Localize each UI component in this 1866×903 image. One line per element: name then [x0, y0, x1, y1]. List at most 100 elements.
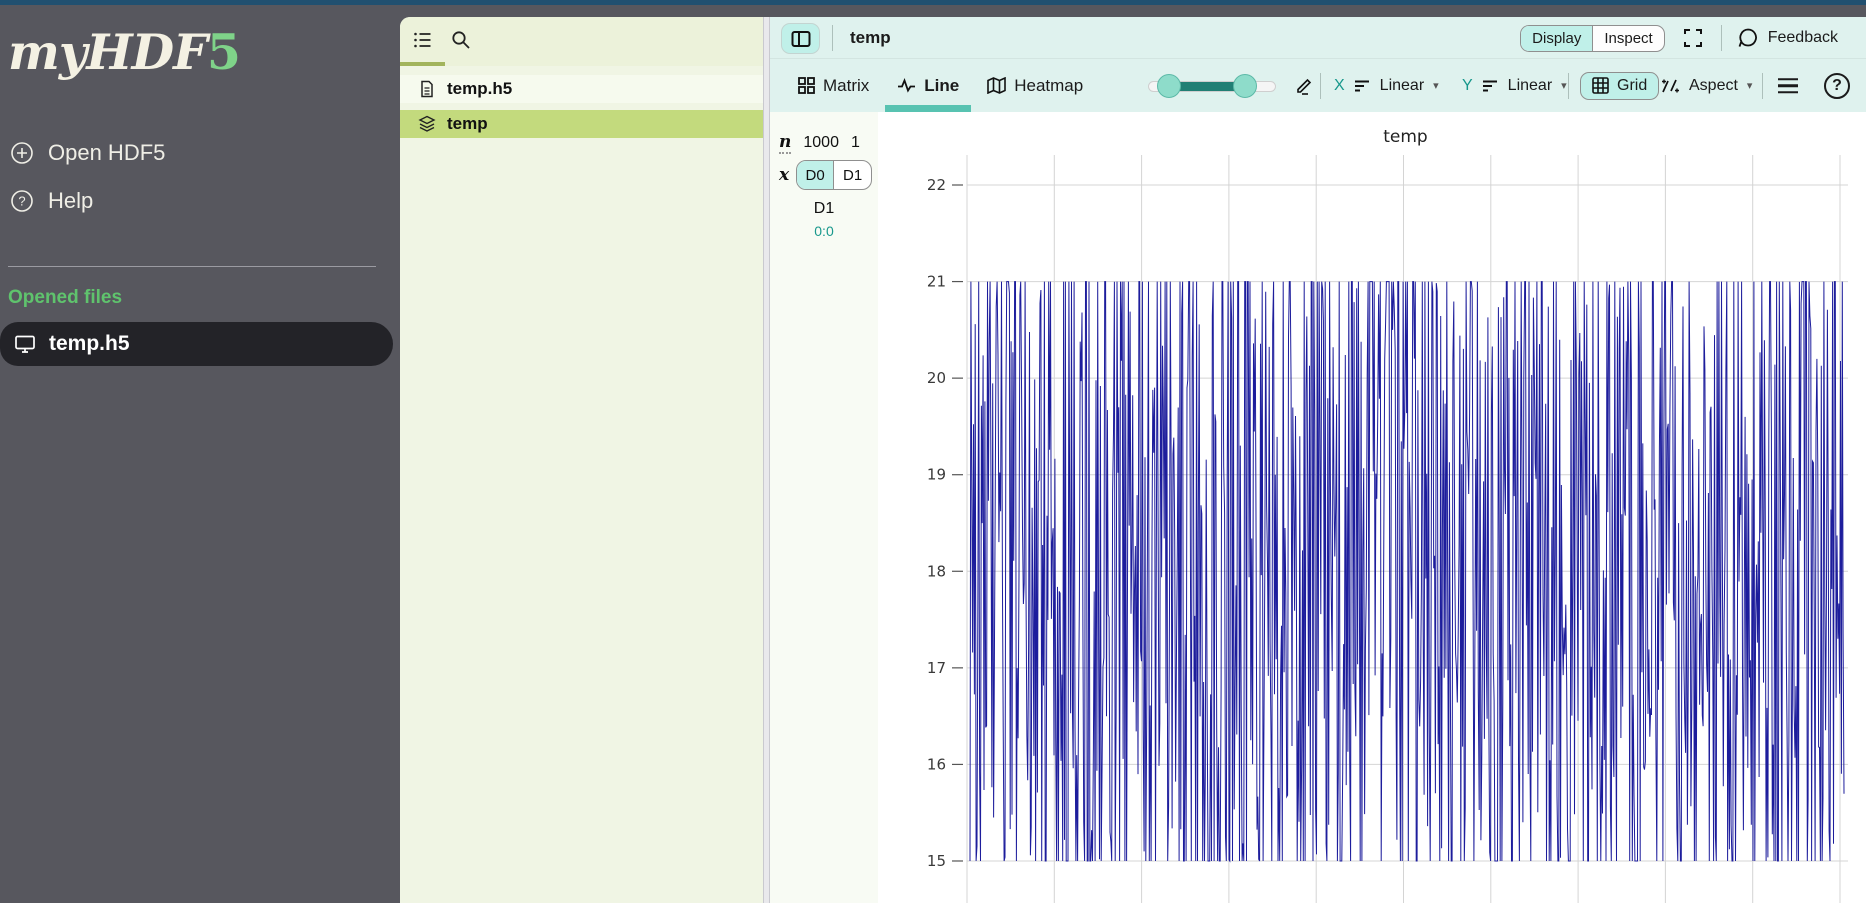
inspect-tab[interactable]: Inspect [1593, 26, 1663, 51]
fullscreen-icon [1682, 27, 1704, 49]
svg-text:19: 19 [927, 466, 946, 484]
toolbar-divider [1762, 73, 1763, 99]
layers-icon [418, 115, 436, 133]
dim-size-1: 1 [851, 134, 860, 152]
breadcrumb-bar: temp Display Inspect Feedback [770, 17, 1866, 59]
svg-text:temp: temp [1383, 127, 1427, 147]
dimension-toggle: D0 D1 [796, 160, 872, 190]
app-logo[interactable]: myHDF5 [8, 23, 240, 81]
search-icon [450, 29, 472, 51]
tree-item-dataset-selected[interactable]: temp [400, 110, 763, 138]
grid-icon [1592, 77, 1609, 94]
y-scale-selector[interactable]: Y Linear ▾ [1462, 77, 1567, 95]
file-explorer-panel: temp.h5 temp [400, 17, 763, 903]
explorer-tabbar [400, 17, 763, 66]
slicing-slider-block: D1 0:0 [770, 200, 878, 239]
feedback-button[interactable]: Feedback [1737, 27, 1838, 49]
search-tab[interactable] [438, 17, 483, 62]
display-tab[interactable]: Display [1521, 26, 1593, 51]
active-tab-indicator [400, 62, 445, 66]
tab-matrix[interactable]: Matrix [784, 59, 883, 112]
panel-resizer[interactable] [763, 17, 770, 903]
tab-heatmap[interactable]: Heatmap [973, 59, 1097, 112]
mode-switch: Display Inspect [1520, 25, 1665, 52]
chevron-down-icon: ▾ [1747, 79, 1753, 92]
toolbar-divider [1568, 73, 1569, 99]
svg-text:?: ? [18, 194, 25, 209]
opened-file-item[interactable]: temp.h5 [0, 322, 393, 366]
sidebar-toggle-button[interactable] [782, 24, 819, 53]
question-mark-icon: ? [1832, 77, 1842, 95]
fullscreen-button[interactable] [1680, 25, 1706, 51]
toolbar-divider [1721, 25, 1722, 51]
scale-icon [1354, 79, 1371, 93]
tab-line[interactable]: Line [883, 59, 973, 112]
more-options-button[interactable] [1778, 78, 1798, 94]
list-icon [412, 29, 434, 51]
visualization-toolbar: Matrix Line Heatmap [770, 59, 1866, 112]
map-icon [987, 77, 1006, 94]
opened-files-heading: Opened files [8, 287, 122, 309]
chevron-down-icon: ▾ [1433, 79, 1439, 92]
help-button[interactable]: ? [1824, 73, 1850, 99]
slicing-dim-label: D1 [770, 200, 878, 218]
tree-item-dataset-label: temp [447, 114, 488, 134]
y-scale-value: Linear [1508, 77, 1552, 95]
open-hdf5-label: Open HDF5 [48, 140, 165, 166]
scale-icon [1482, 79, 1499, 93]
slicing-value[interactable]: 0:0 [770, 223, 878, 239]
sidebar-divider [8, 266, 376, 267]
svg-text:17: 17 [927, 659, 946, 677]
x-axis-letter: X [1334, 77, 1345, 95]
dims-row: n 1000 1 [779, 132, 860, 154]
opened-file-name: temp.h5 [49, 332, 130, 356]
line-chart-canvas[interactable]: 2221201918171615temp [878, 112, 1866, 903]
aspect-ratio-icon [1660, 77, 1680, 95]
dimension-mapper: n 1000 1 x D0 D1 D1 0:0 [770, 112, 878, 903]
vis-tabs: Matrix Line Heatmap [784, 59, 1097, 112]
x-mapping-label: x [779, 165, 789, 185]
main-panel: temp Display Inspect Feedback [770, 17, 1866, 903]
app-sidebar: myHDF5 Open HDF5 ? Help Opened files tem… [0, 5, 400, 903]
tree-item-file-label: temp.h5 [447, 79, 512, 99]
logo-text: myHDF [8, 23, 207, 81]
speech-bubble-icon [1737, 27, 1759, 49]
matrix-icon [798, 77, 815, 94]
aspect-label: Aspect [1689, 77, 1738, 95]
circle-question-icon: ? [10, 189, 34, 213]
svg-text:18: 18 [927, 562, 946, 580]
open-hdf5-button[interactable]: Open HDF5 [10, 140, 165, 166]
svg-text:22: 22 [927, 176, 946, 194]
tab-matrix-label: Matrix [823, 76, 869, 96]
tab-line-label: Line [924, 76, 959, 96]
aspect-selector[interactable]: Aspect ▾ [1660, 77, 1752, 95]
svg-text:21: 21 [927, 273, 946, 291]
x-scale-value: Linear [1380, 77, 1424, 95]
tab-heatmap-label: Heatmap [1014, 76, 1083, 96]
n-dimensions-label: n [779, 132, 791, 154]
curve-width-slider[interactable] [1148, 73, 1276, 99]
circle-plus-icon [10, 141, 34, 165]
svg-text:20: 20 [927, 369, 946, 387]
panel-toggle-icon [791, 30, 811, 48]
help-link[interactable]: ? Help [10, 188, 93, 214]
toolbar-divider [1320, 73, 1321, 99]
grid-label: Grid [1617, 77, 1647, 95]
edit-button[interactable] [1294, 76, 1314, 96]
dim-option-d1[interactable]: D1 [834, 161, 871, 189]
y-axis-letter: Y [1462, 77, 1473, 95]
tree-item-file[interactable]: temp.h5 [400, 75, 763, 103]
help-label: Help [48, 188, 93, 214]
x-scale-selector[interactable]: X Linear ▾ [1334, 77, 1439, 95]
header-actions: Display Inspect Feedback [1520, 17, 1838, 59]
logo-accent: 5 [207, 23, 240, 81]
grid-toggle-button[interactable]: Grid [1580, 72, 1659, 100]
dim-option-d0[interactable]: D0 [797, 161, 834, 189]
dim-size-0: 1000 [803, 134, 839, 152]
slider-thumb-left[interactable] [1157, 74, 1181, 98]
breadcrumb: temp [850, 28, 891, 48]
document-icon [418, 80, 436, 98]
slider-thumb-right[interactable] [1233, 74, 1257, 98]
svg-text:15: 15 [927, 852, 946, 870]
monitor-icon [14, 333, 36, 355]
